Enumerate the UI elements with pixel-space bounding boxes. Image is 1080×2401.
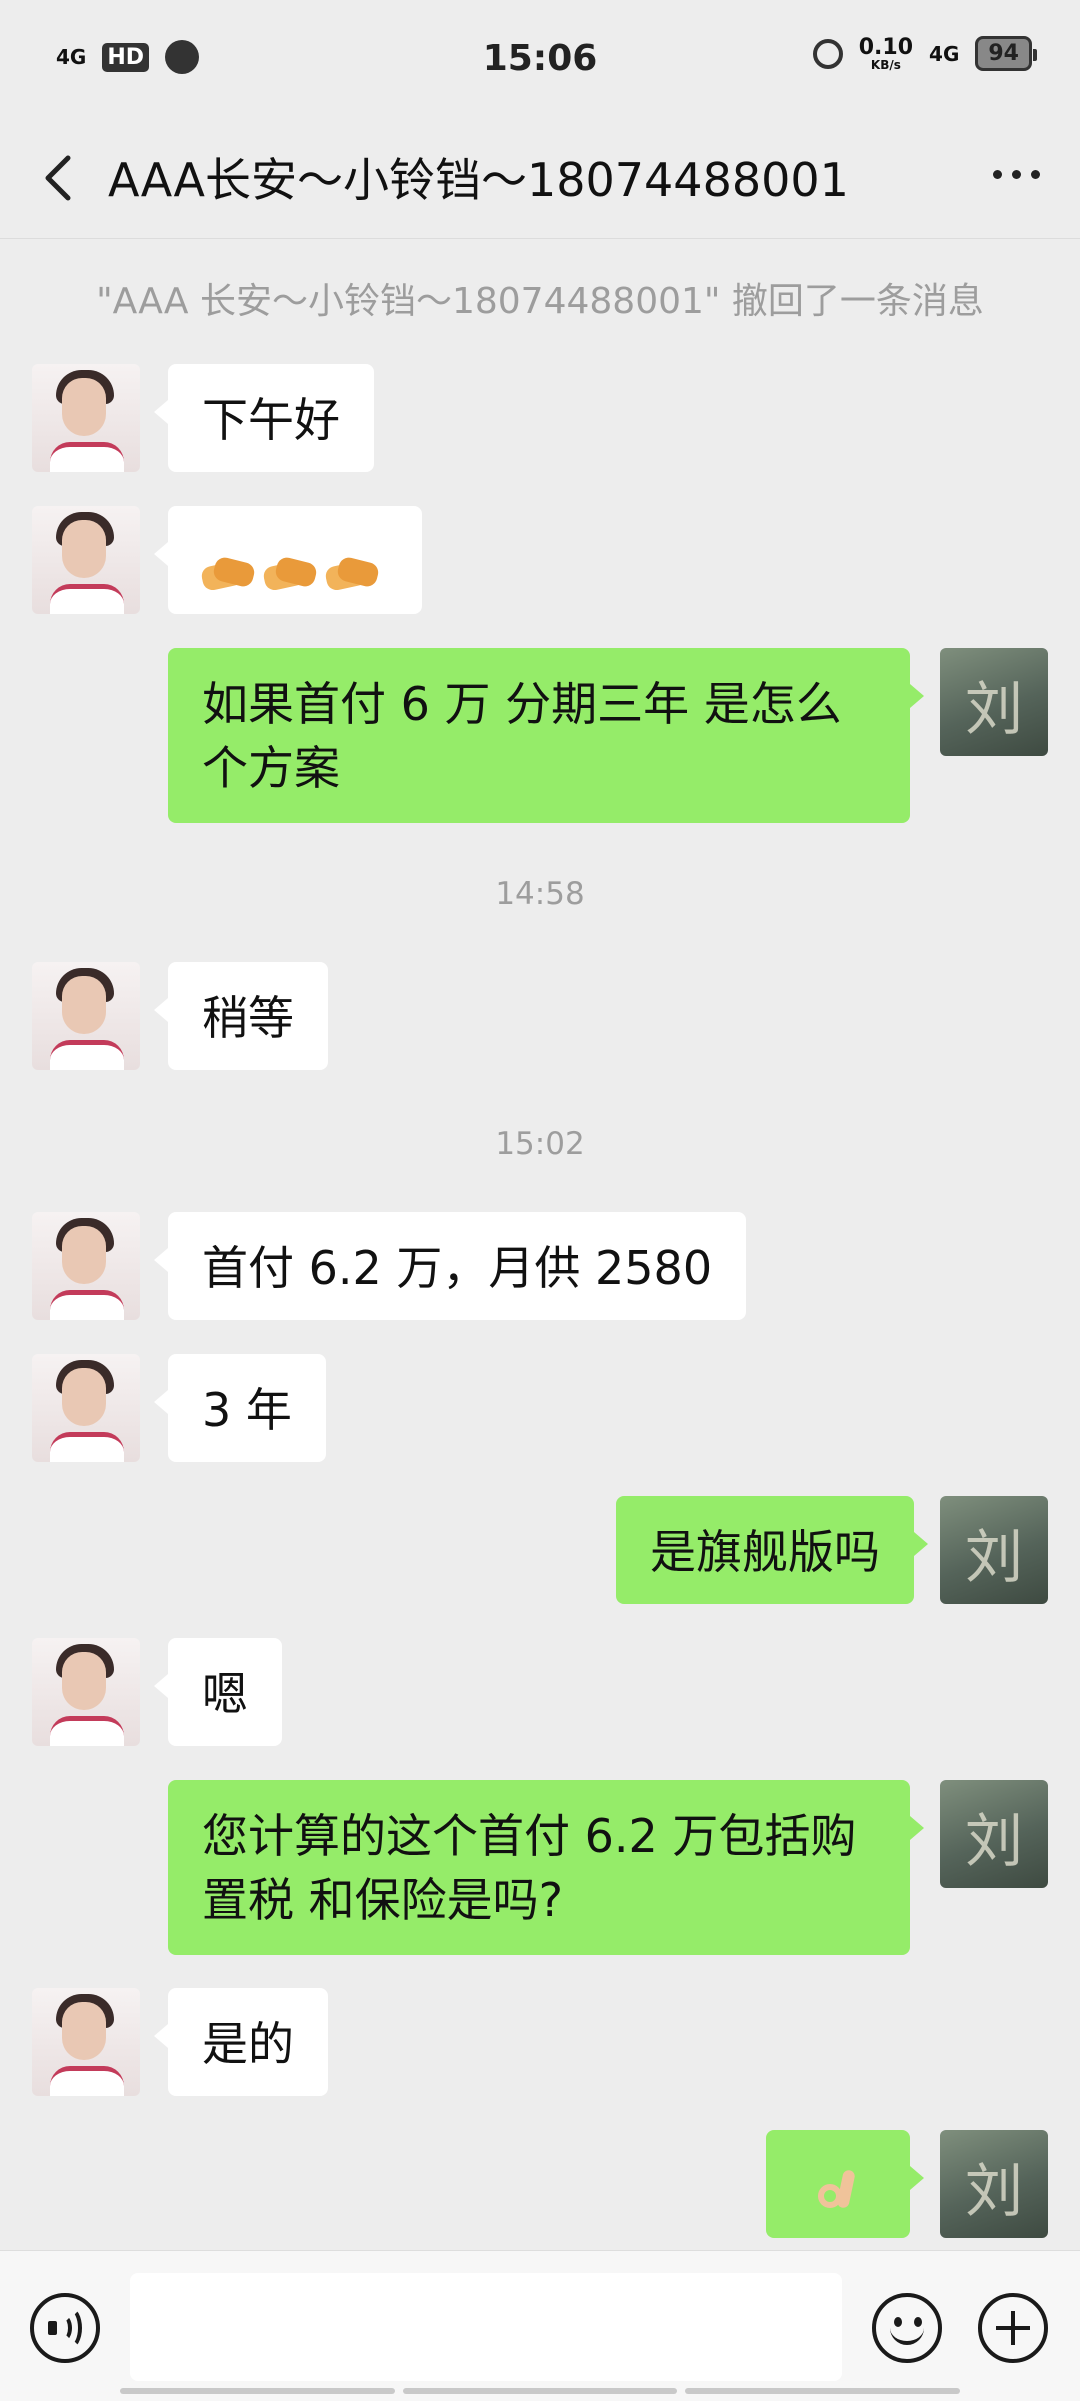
message-bubble-incoming[interactable]: [154, 506, 422, 614]
message-bubble-incoming[interactable]: 稍等: [154, 962, 328, 1070]
message-bubble-outgoing[interactable]: [766, 2130, 924, 2238]
my-avatar-glyph: 刘: [964, 675, 1023, 743]
chat-title: AAA长安～小铃铛～18074488001: [108, 153, 849, 207]
network-speed-unit: KB/s: [870, 57, 901, 72]
my-avatar[interactable]: 刘: [940, 648, 1048, 756]
my-avatar-glyph: 刘: [964, 2157, 1023, 2225]
message-bubble-outgoing[interactable]: 是旗舰版吗: [616, 1496, 928, 1604]
message-bubble-incoming[interactable]: 3 年: [154, 1354, 326, 1462]
timestamp: 15:02: [495, 1126, 585, 1162]
back-arrow-icon[interactable]: [36, 148, 80, 208]
message-bubble-outgoing[interactable]: 如果首付 6 万 分期三年 是怎么个方案: [168, 648, 924, 823]
network-speed-value: 0.10: [858, 34, 914, 60]
message-bubble-incoming[interactable]: 是的: [154, 1988, 328, 2096]
network-speed: 0.10 KB/s: [858, 34, 914, 72]
my-avatar[interactable]: 刘: [940, 1496, 1048, 1604]
ok-hand-emoji-icon: [814, 2168, 862, 2220]
my-avatar[interactable]: 刘: [940, 2130, 1048, 2238]
message-bubble-incoming[interactable]: 首付 6.2 万，月供 2580: [153, 1212, 747, 1320]
plus-icon[interactable]: [978, 2293, 1048, 2363]
status-right-icons: 0.10 KB/s 4G 94: [812, 34, 1037, 72]
gesture-nav-bar[interactable]: [120, 2388, 961, 2394]
input-bar: [0, 2250, 1080, 2401]
handshake-emoji-icon: [323, 554, 381, 594]
voice-input-icon[interactable]: [30, 2293, 100, 2363]
contact-avatar[interactable]: [32, 506, 140, 614]
chat-header: AAA长安～小铃铛～18074488001: [0, 120, 1080, 239]
emoji-icon[interactable]: [872, 2293, 942, 2363]
contact-avatar[interactable]: [32, 1212, 140, 1320]
handshake-emoji-icon: [261, 554, 319, 594]
message-bubble-incoming[interactable]: 下午好: [154, 364, 374, 472]
message-bubble-outgoing[interactable]: 您计算的这个首付 6.2 万包括购置税 和保险是吗?: [168, 1780, 924, 1955]
contact-avatar[interactable]: [32, 962, 140, 1070]
my-avatar-glyph: 刘: [964, 1807, 1023, 1875]
more-options-icon[interactable]: [993, 170, 1040, 179]
contact-avatar[interactable]: [32, 364, 140, 472]
message-input[interactable]: [130, 2273, 842, 2381]
my-avatar-glyph: 刘: [964, 1523, 1023, 1591]
contact-avatar[interactable]: [32, 1638, 140, 1746]
timestamp: 14:58: [495, 876, 585, 912]
handshake-emoji-icon: [199, 554, 257, 594]
status-bar: 4G HD 15:06 0.10 KB/s 4G 94: [0, 0, 1080, 120]
network-type-icon: 4G: [929, 41, 960, 66]
message-bubble-incoming[interactable]: 嗯: [154, 1638, 282, 1746]
my-avatar[interactable]: 刘: [940, 1780, 1048, 1888]
battery-icon: 94: [975, 36, 1037, 71]
alarm-icon: [812, 38, 843, 69]
contact-avatar[interactable]: [32, 1354, 140, 1462]
contact-avatar[interactable]: [32, 1988, 140, 2096]
recall-notice: "AAA 长安～小铃铛～18074488001" 撤回了一条消息: [96, 281, 984, 322]
